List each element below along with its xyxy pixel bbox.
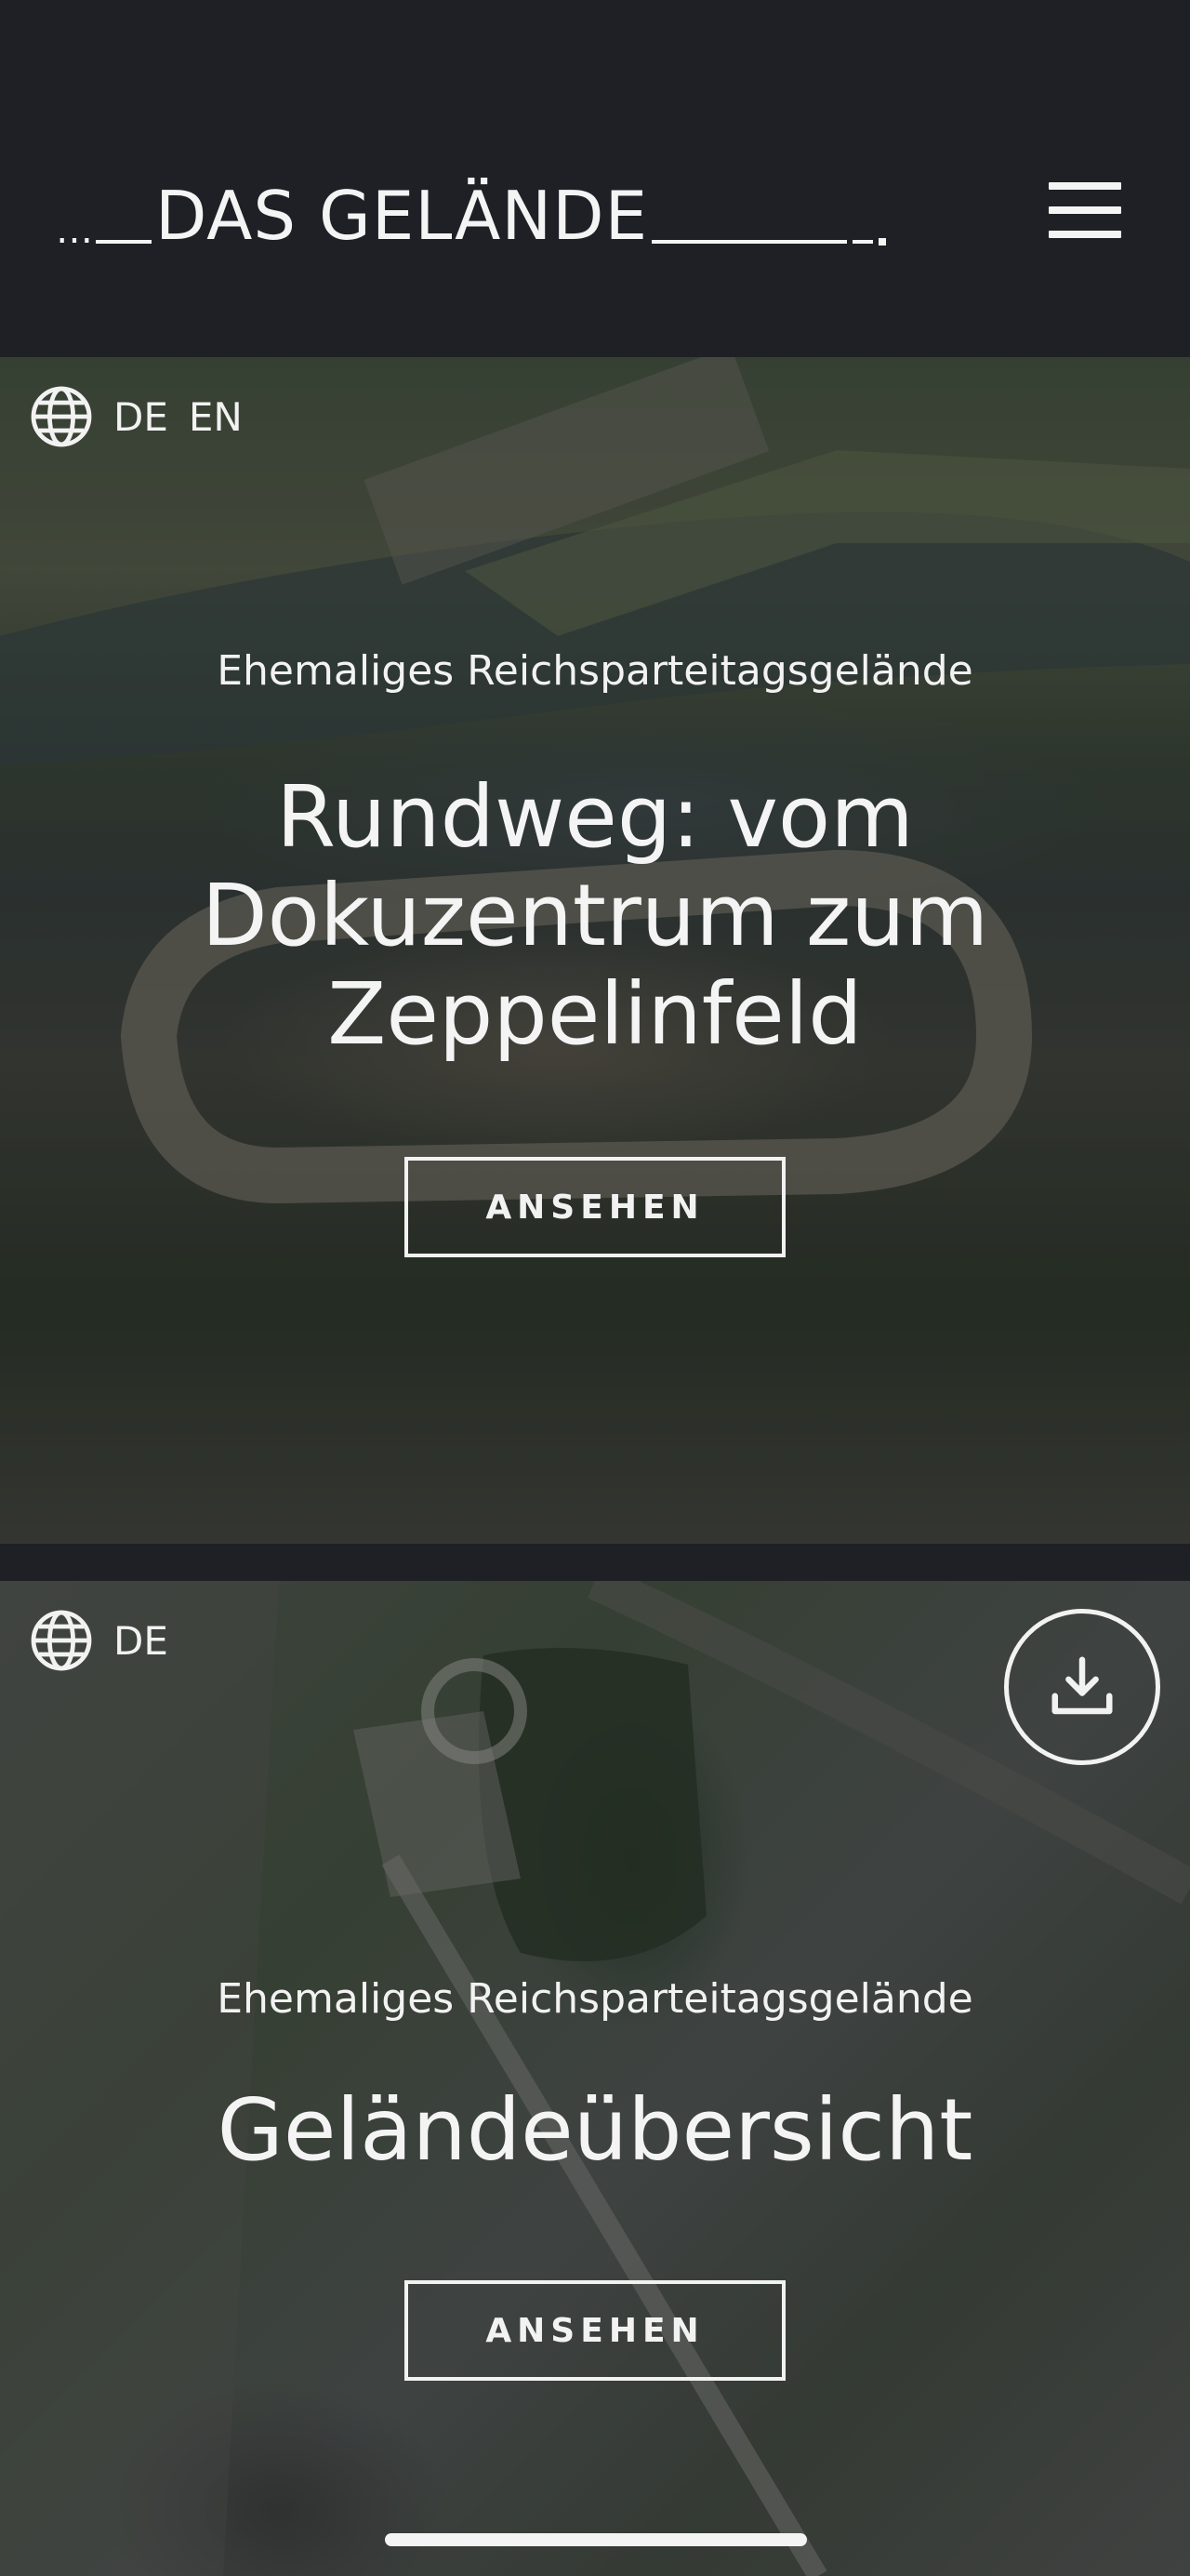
card-divider	[0, 1544, 1190, 1581]
language-selector: DE	[28, 1607, 189, 1674]
tour-card-rundweg[interactable]: DE EN Ehemaliges Reichsparteitagsgelände…	[0, 357, 1190, 1544]
language-de[interactable]: DE	[113, 394, 168, 440]
brand-line-left	[96, 240, 152, 244]
language-de[interactable]: DE	[113, 1618, 168, 1664]
language-en[interactable]: EN	[189, 394, 243, 440]
brand-line-right	[652, 240, 848, 244]
view-button[interactable]: ANSEHEN	[404, 1157, 786, 1257]
menu-bar	[1049, 231, 1121, 238]
download-icon	[1051, 1656, 1113, 1715]
app-header: … DAS GELÄNDE	[0, 0, 1190, 357]
image-overlay	[0, 1581, 1190, 2576]
card-title: Geländeübersicht	[217, 2080, 973, 2180]
download-button[interactable]	[1004, 1609, 1160, 1765]
menu-bar	[1049, 182, 1121, 190]
brand-title: DAS GELÄNDE	[155, 177, 649, 255]
view-button[interactable]: ANSEHEN	[404, 2280, 786, 2381]
card-title: Rundweg: vom Dokuzentrum zum Zeppelinfel…	[201, 767, 989, 1064]
brand-logo[interactable]: … DAS GELÄNDE	[56, 177, 887, 255]
brand-dots: …	[56, 209, 94, 252]
home-indicator[interactable]	[385, 2533, 807, 2546]
globe-icon	[31, 386, 92, 447]
brand-line-tail	[853, 240, 874, 244]
tour-card-gelaendeuebersicht[interactable]: DE Ehemaliges Reichsparteitagsgelände Ge…	[0, 1581, 1190, 2576]
brand-end-dot	[879, 238, 887, 246]
card-eyebrow: Ehemaliges Reichsparteitagsgelände	[217, 647, 973, 695]
menu-bar	[1049, 206, 1121, 214]
hamburger-menu-icon[interactable]	[1049, 182, 1121, 238]
card-eyebrow: Ehemaliges Reichsparteitagsgelände	[217, 1975, 973, 2023]
globe-icon	[31, 1610, 92, 1671]
language-selector: DE EN	[28, 383, 263, 450]
